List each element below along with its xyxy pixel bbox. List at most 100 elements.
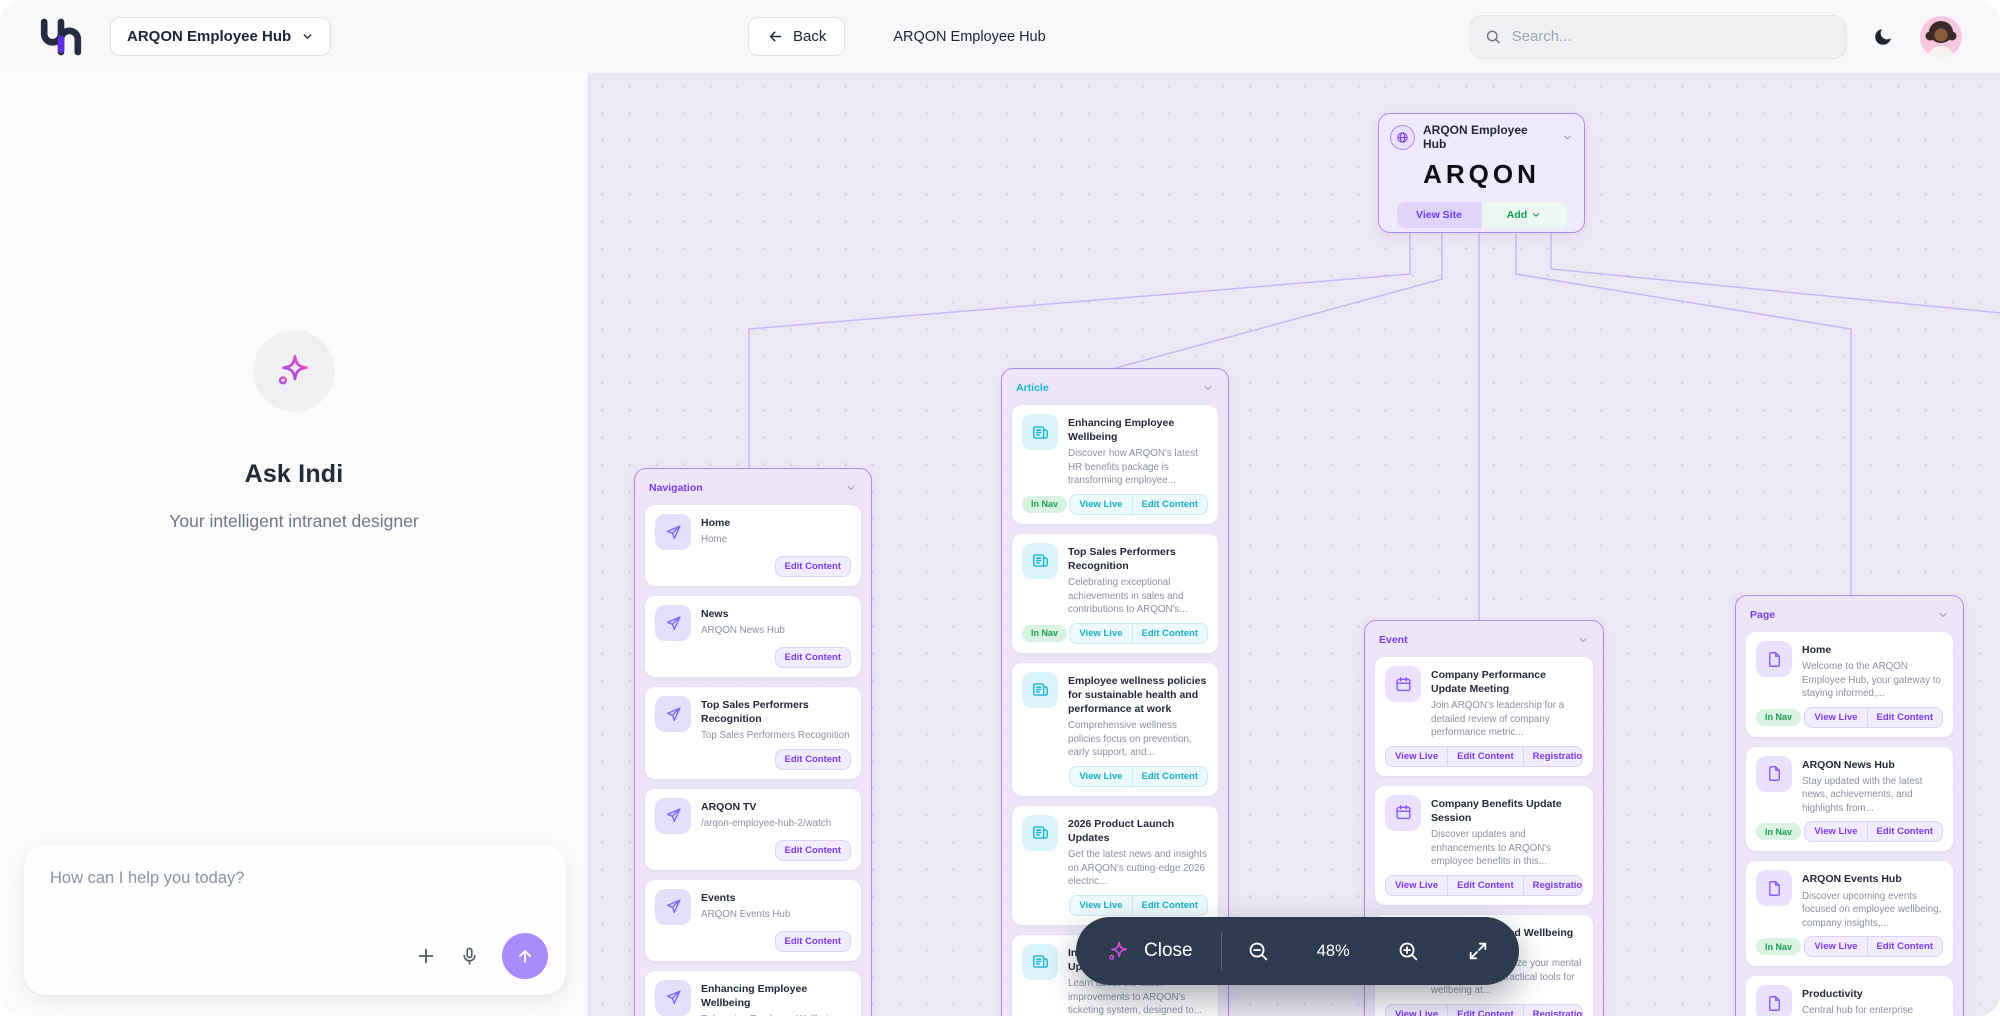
- content-item[interactable]: Events ARQON Events Hub Edit Content: [645, 880, 861, 961]
- edit-content-button[interactable]: Edit Content: [776, 750, 850, 769]
- edit-content-button[interactable]: Edit Content: [1867, 708, 1942, 727]
- item-description: Discover how ARQON's latest HR benefits …: [1068, 447, 1208, 488]
- workspace-selector[interactable]: ARQON Employee Hub: [110, 17, 331, 56]
- company-logo[interactable]: [38, 16, 84, 58]
- content-item[interactable]: Enhancing Employee Wellbeing Discover ho…: [1012, 405, 1218, 524]
- registrations-button[interactable]: Registrations: [1523, 876, 1583, 895]
- voice-input-button[interactable]: [459, 946, 480, 967]
- edit-content-button[interactable]: Edit Content: [1447, 747, 1522, 766]
- content-item[interactable]: Top Sales Performers Recognition Top Sal…: [645, 687, 861, 779]
- item-actions: View LiveEdit ContentRegistrations: [1385, 746, 1583, 767]
- chevron-down-icon[interactable]: [1562, 132, 1573, 143]
- edit-content-button[interactable]: Edit Content: [1132, 767, 1207, 786]
- content-item[interactable]: Employee wellness policies for sustainab…: [1012, 663, 1218, 796]
- add-button[interactable]: Add: [1482, 202, 1567, 228]
- edit-content-button[interactable]: Edit Content: [1447, 1005, 1522, 1016]
- chevron-down-icon[interactable]: [1577, 634, 1589, 646]
- send-button[interactable]: [502, 933, 548, 979]
- edit-content-button[interactable]: Edit Content: [776, 932, 850, 951]
- content-item[interactable]: Top Sales Performers Recognition Celebra…: [1012, 534, 1218, 653]
- chevron-down-icon[interactable]: [1202, 382, 1214, 394]
- chevron-down-icon: [1531, 210, 1541, 220]
- content-item[interactable]: Company Performance Update Meeting Join …: [1375, 657, 1593, 776]
- arrow-left-icon: [767, 28, 784, 45]
- content-item[interactable]: ARQON Events Hub Discover upcoming event…: [1746, 861, 1953, 966]
- view-live-button[interactable]: View Live: [1386, 1005, 1447, 1016]
- page-icon: [1756, 756, 1792, 792]
- article-icon: [1022, 672, 1058, 708]
- view-site-button[interactable]: View Site: [1397, 202, 1482, 228]
- edit-content-button[interactable]: Edit Content: [1867, 822, 1942, 841]
- site-root-card[interactable]: ARQON Employee Hub ARQON View Site Add: [1378, 113, 1585, 233]
- zoom-out-button[interactable]: [1247, 940, 1270, 963]
- attach-button[interactable]: [415, 945, 437, 967]
- edit-content-button[interactable]: Edit Content: [1132, 495, 1207, 514]
- content-item[interactable]: Home Welcome to the ARQON Employee Hub, …: [1746, 632, 1953, 737]
- view-live-button[interactable]: View Live: [1070, 767, 1131, 786]
- content-item[interactable]: ARQON News Hub Stay updated with the lat…: [1746, 747, 1953, 852]
- item-description: Home: [701, 533, 730, 547]
- content-item[interactable]: Enhancing Employee Wellbeing Enhancing E…: [645, 971, 861, 1016]
- zoom-out-icon: [1247, 940, 1270, 963]
- chevron-down-icon[interactable]: [845, 482, 857, 494]
- page-title: ARQON Employee Hub: [893, 29, 1045, 45]
- fullscreen-button[interactable]: [1467, 940, 1489, 962]
- edit-content-button[interactable]: Edit Content: [1132, 624, 1207, 643]
- assistant-avatar: [253, 330, 335, 412]
- in-nav-badge: In Nav: [1756, 938, 1801, 955]
- view-live-button[interactable]: View Live: [1070, 896, 1131, 915]
- content-item[interactable]: Company Benefits Update Session Discover…: [1375, 786, 1593, 905]
- edit-content-button[interactable]: Edit Content: [776, 648, 850, 667]
- content-item[interactable]: ARQON TV /arqon-employee-hub-2/watch Edi…: [645, 789, 861, 870]
- content-item[interactable]: News ARQON News Hub Edit Content: [645, 596, 861, 677]
- view-live-button[interactable]: View Live: [1805, 822, 1866, 841]
- chat-composer: [24, 845, 566, 995]
- content-item[interactable]: Productivity Central hub for enterprise …: [1746, 976, 1953, 1016]
- item-actions: Edit Content: [775, 749, 851, 770]
- close-button[interactable]: Close: [1106, 939, 1193, 964]
- item-actions: Edit Content: [775, 647, 851, 668]
- item-actions: View LiveEdit Content: [1804, 707, 1943, 728]
- edit-content-button[interactable]: Edit Content: [776, 557, 850, 576]
- calendar-icon: [1385, 795, 1421, 831]
- paper-plane-icon: [655, 889, 691, 925]
- edit-content-button[interactable]: Edit Content: [1132, 896, 1207, 915]
- view-live-button[interactable]: View Live: [1805, 937, 1866, 956]
- zoom-in-icon: [1397, 940, 1420, 963]
- canvas-toolbar: Close 48%: [1076, 917, 1519, 985]
- dark-mode-toggle[interactable]: [1872, 26, 1894, 48]
- sitemap-canvas[interactable]: ARQON Employee Hub ARQON View Site Add N…: [588, 73, 2000, 1016]
- assistant-title: Ask Indi: [245, 460, 344, 489]
- chevron-down-icon[interactable]: [1937, 609, 1949, 621]
- view-live-button[interactable]: View Live: [1070, 495, 1131, 514]
- moon-icon: [1872, 26, 1894, 48]
- registrations-button[interactable]: Registrations: [1523, 747, 1583, 766]
- item-actions: View LiveEdit Content: [1804, 821, 1943, 842]
- page-icon: [1756, 870, 1792, 906]
- item-actions: Edit Content: [775, 556, 851, 577]
- item-title: ARQON Events Hub: [1802, 870, 1943, 886]
- item-title: News: [701, 605, 785, 621]
- view-live-button[interactable]: View Live: [1386, 876, 1447, 895]
- edit-content-button[interactable]: Edit Content: [1867, 937, 1942, 956]
- paper-plane-icon: [655, 696, 691, 732]
- view-live-button[interactable]: View Live: [1386, 747, 1447, 766]
- item-title: Home: [701, 514, 730, 530]
- item-actions: View LiveEdit Content: [1069, 895, 1208, 916]
- article-icon: [1022, 414, 1058, 450]
- user-avatar[interactable]: [1920, 16, 1962, 58]
- content-item[interactable]: Home Home Edit Content: [645, 505, 861, 586]
- view-live-button[interactable]: View Live: [1805, 708, 1866, 727]
- article-icon: [1022, 543, 1058, 579]
- content-item[interactable]: 2026 Product Launch Updates Get the late…: [1012, 806, 1218, 925]
- registrations-button[interactable]: Registrations: [1523, 1005, 1583, 1016]
- view-live-button[interactable]: View Live: [1070, 624, 1131, 643]
- back-button[interactable]: Back: [748, 17, 845, 56]
- search-input[interactable]: [1512, 28, 1831, 45]
- edit-content-button[interactable]: Edit Content: [1447, 876, 1522, 895]
- search-box[interactable]: [1470, 15, 1846, 59]
- zoom-in-button[interactable]: [1397, 940, 1420, 963]
- edit-content-button[interactable]: Edit Content: [776, 841, 850, 860]
- chat-input[interactable]: [50, 869, 544, 931]
- microphone-icon: [459, 946, 480, 967]
